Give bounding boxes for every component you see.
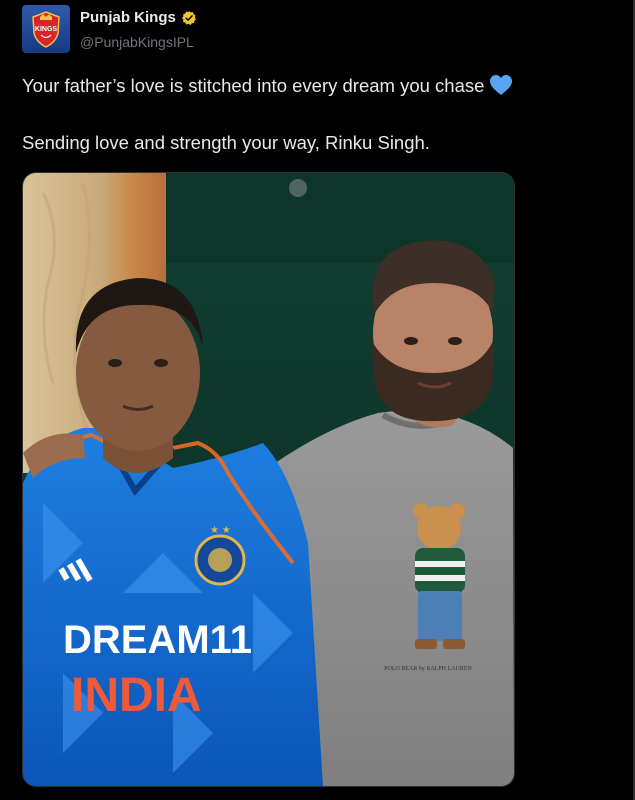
- tweet-post: KINGS Punjab Kings @PunjabKingsIPL Your …: [0, 0, 635, 800]
- tweet-text-line-2: Sending love and strength your way, Rink…: [22, 132, 430, 153]
- author-name-text: Punjab Kings: [80, 9, 176, 26]
- shirt-print-text: POLO BEAR by RALPH LAUREN: [384, 666, 472, 672]
- photo-father-and-son: POLO BEAR by RALPH LAUREN ★ ★ DREAM11 IN…: [23, 173, 514, 786]
- wall-light: [289, 179, 307, 197]
- svg-text:★ ★: ★ ★: [210, 525, 231, 536]
- tweet-text-line-1: Your father’s love is stitched into ever…: [22, 74, 513, 97]
- tweet-photo[interactable]: POLO BEAR by RALPH LAUREN ★ ★ DREAM11 IN…: [22, 172, 515, 787]
- tweet-text-line-1-text: Your father’s love is stitched into ever…: [22, 75, 485, 96]
- verified-badge-icon: [181, 10, 196, 25]
- avatar-logo-text: KINGS: [35, 26, 58, 33]
- author-handle[interactable]: @PunjabKingsIPL: [80, 34, 194, 50]
- jersey-sponsor-text: DREAM11: [63, 618, 252, 662]
- avatar[interactable]: KINGS: [22, 5, 70, 53]
- author-name[interactable]: Punjab Kings: [80, 9, 197, 26]
- blue-heart-icon: [490, 75, 513, 95]
- punjab-kings-logo-icon: KINGS: [32, 11, 60, 48]
- jersey-country-text: INDIA: [71, 669, 202, 722]
